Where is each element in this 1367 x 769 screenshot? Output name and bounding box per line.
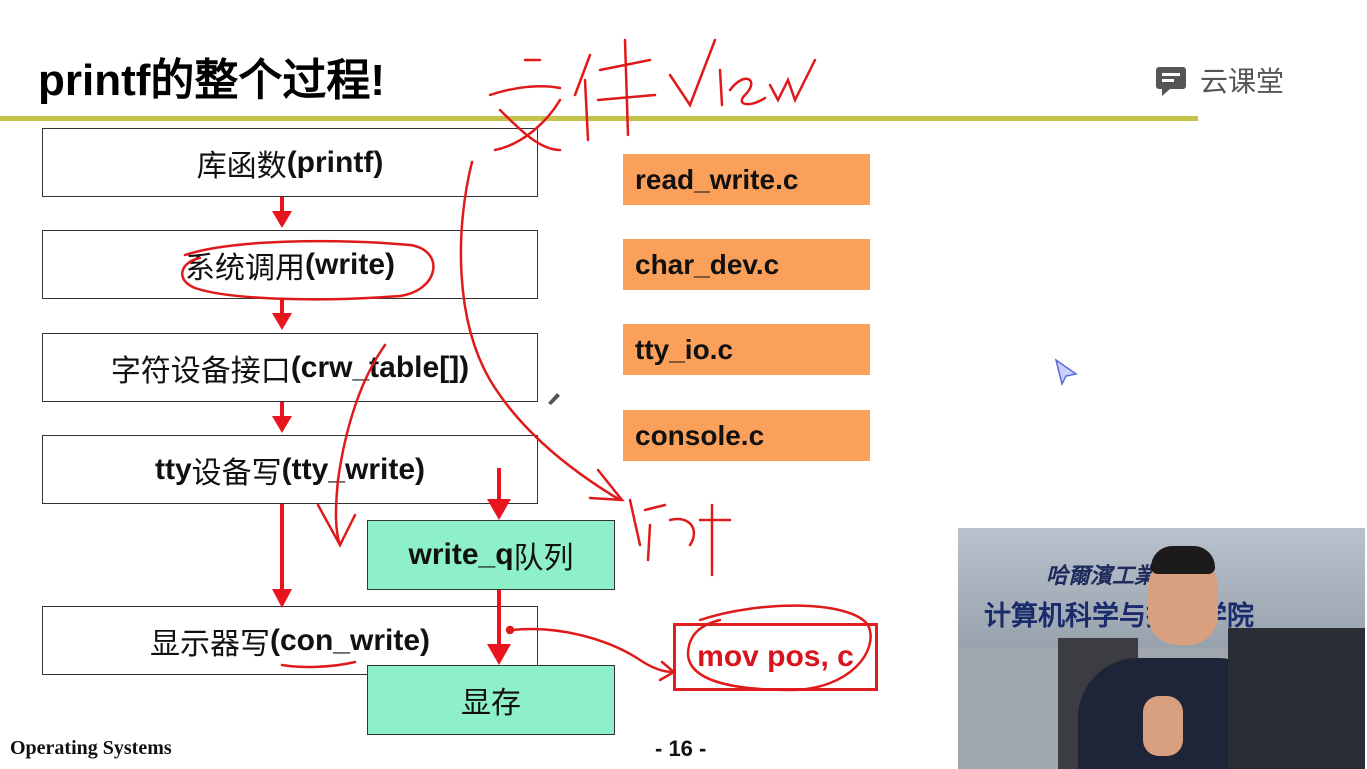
video-banner-line1: 哈爾濱工業	[1046, 563, 1157, 589]
lecturer-video-inset: 哈爾濱工業 计算机科学与技术学院	[958, 528, 1365, 769]
lecturer-hair	[1151, 546, 1215, 574]
page-number: - 16 -	[655, 736, 707, 761]
pen-cursor-icon	[548, 393, 560, 405]
course-name: Operating Systems	[10, 737, 172, 759]
lecturer-hand	[1143, 696, 1183, 756]
flow-arrows	[272, 197, 511, 665]
mouse-pointer-icon	[1054, 358, 1078, 387]
monitor	[1228, 628, 1365, 769]
